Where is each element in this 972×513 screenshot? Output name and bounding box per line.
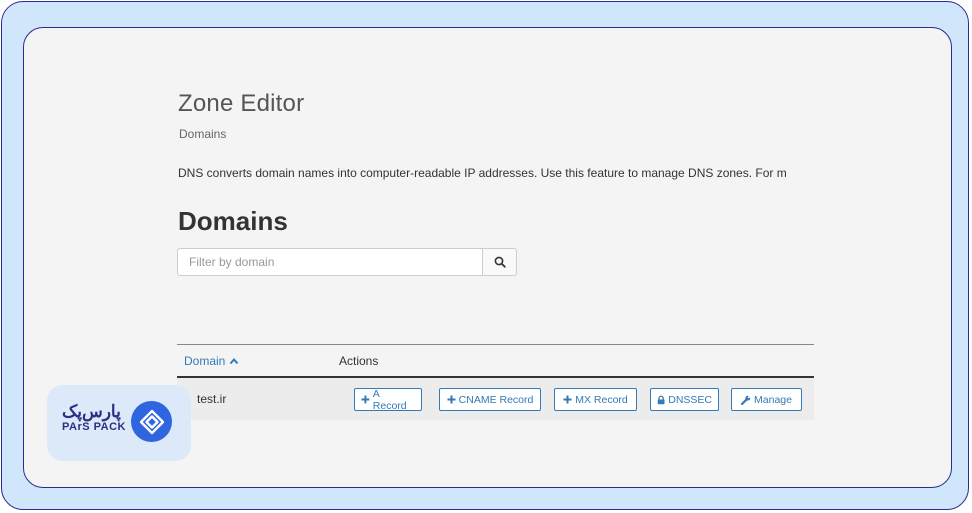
filter-domain-input[interactable] [177, 248, 483, 276]
table-row: test.ir A Record CNAME Record MX Record … [177, 378, 814, 420]
add-mx-record-button[interactable]: MX Record [554, 388, 637, 411]
chevron-up-icon [230, 357, 239, 365]
wrench-icon [741, 395, 751, 405]
dnssec-label: DNSSEC [668, 393, 712, 406]
domain-name-cell: test.ir [197, 392, 227, 406]
add-cname-record-button[interactable]: CNAME Record [439, 388, 541, 411]
column-header-actions: Actions [339, 354, 379, 368]
domains-heading: Domains [178, 206, 288, 236]
column-header-domain-label: Domain [184, 354, 226, 368]
table-top-border [177, 344, 814, 345]
parspack-logo-icon [131, 401, 172, 442]
parspack-logo: پارس‌پک PArS PACK [47, 385, 191, 461]
add-mx-record-label: MX Record [575, 393, 628, 406]
page-title: Zone Editor [178, 90, 305, 117]
logo-wordmark: پارس‌پک PArS PACK [62, 402, 126, 434]
lock-icon [657, 395, 665, 404]
add-a-record-label: A Record [372, 387, 407, 412]
domain-filter [177, 248, 517, 276]
logo-persian-text: پارس‌پک [62, 402, 121, 421]
breadcrumb: Domains [179, 127, 227, 141]
search-icon [494, 256, 506, 268]
manage-label: Manage [754, 393, 792, 406]
dnssec-button[interactable]: DNSSEC [650, 388, 719, 411]
column-header-domain[interactable]: Domain [184, 354, 239, 368]
add-cname-record-label: CNAME Record [458, 393, 534, 406]
plus-icon [361, 395, 370, 404]
plus-icon [447, 395, 456, 404]
page-description: DNS converts domain names into computer-… [178, 166, 787, 180]
search-button[interactable] [482, 248, 517, 276]
plus-icon [563, 395, 572, 404]
logo-english-text: PArS PACK [62, 421, 126, 433]
add-a-record-button[interactable]: A Record [354, 387, 422, 412]
manage-button[interactable]: Manage [731, 388, 802, 411]
